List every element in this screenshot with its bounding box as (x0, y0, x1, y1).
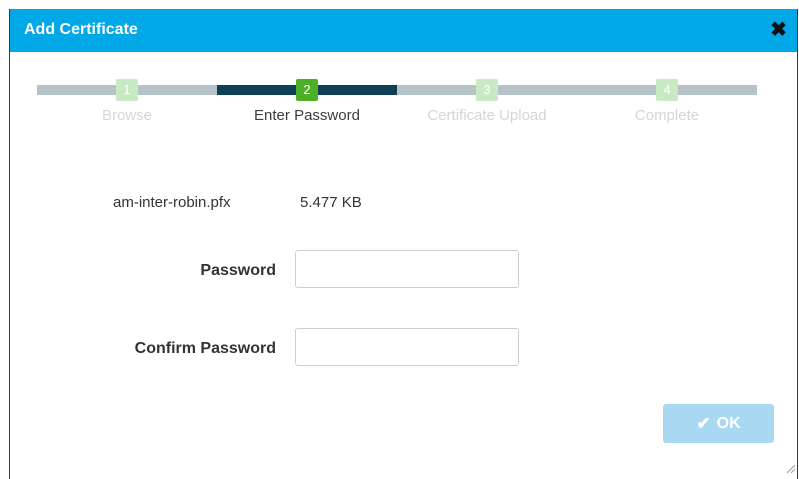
step-2-badge: 2 (296, 79, 318, 101)
resize-grip-icon[interactable] (785, 463, 795, 473)
wizard-progress: 1 2 3 4 Browse Enter Password Certificat… (37, 79, 757, 139)
confirm-password-label: Confirm Password (134, 340, 276, 357)
password-field[interactable] (295, 250, 519, 288)
close-icon[interactable]: ✖ (770, 18, 787, 42)
file-size: 5.477 KB (300, 194, 362, 211)
step-4-label: Complete (634, 107, 700, 124)
ok-button[interactable]: ✔ OK (663, 404, 774, 443)
add-certificate-dialog: Add Certificate ✖ 1 2 3 4 Browse Enter P… (9, 9, 798, 479)
confirm-password-field[interactable] (295, 328, 519, 366)
step-3-badge: 3 (476, 79, 498, 101)
dialog-title: Add Certificate (24, 21, 138, 38)
ok-button-label: OK (716, 414, 741, 432)
step-4-badge: 4 (656, 79, 678, 101)
check-icon: ✔ (696, 414, 711, 433)
step-1-badge: 1 (116, 79, 138, 101)
dialog-titlebar: Add Certificate ✖ (10, 9, 797, 52)
step-2-label: Enter Password (254, 107, 360, 124)
file-name: am-inter-robin.pfx (113, 194, 231, 211)
step-3-label: Certificate Upload (427, 107, 547, 124)
password-label: Password (200, 262, 276, 279)
step-1-label: Browse (101, 107, 153, 124)
